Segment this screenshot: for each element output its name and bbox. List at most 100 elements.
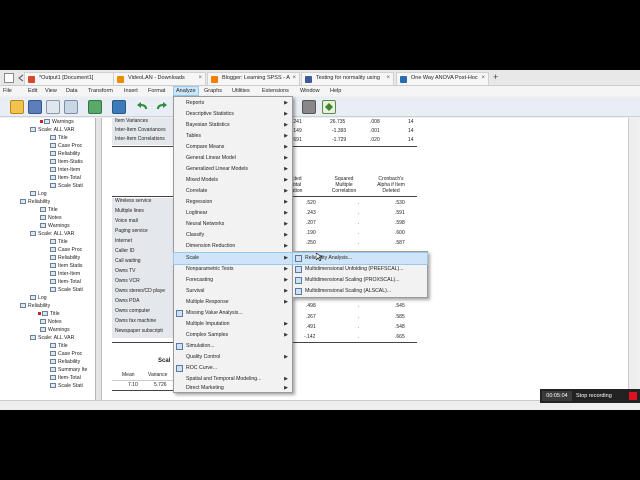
outline-node[interactable]: Notes xyxy=(40,214,62,222)
menu-item-genlin[interactable]: Generalized Linear Models ▶ xyxy=(174,164,292,175)
menu-item-missing-value[interactable]: Missing Value Analysis... xyxy=(174,308,292,319)
recall-dialog-icon[interactable] xyxy=(112,100,126,114)
close-icon[interactable]: × xyxy=(481,75,485,81)
outline-node[interactable]: Title xyxy=(50,134,68,142)
outline-node[interactable]: Item-Total xyxy=(50,174,81,182)
outline-node[interactable]: Log xyxy=(30,294,47,302)
tab-anova[interactable]: One Way ANOVA Post-Hoc × xyxy=(396,72,489,85)
menu-item-forecasting[interactable]: Forecasting ▶ xyxy=(174,275,292,286)
menu-item-tables[interactable]: Tables ▶ xyxy=(174,131,292,142)
menu-item-scale[interactable]: Scale ▶ xyxy=(173,252,293,265)
menu-item-reliability-analysis[interactable]: Reliability Analysis... xyxy=(292,252,428,265)
tab-output1[interactable]: *Output1 [Document1] × xyxy=(24,72,120,85)
menu-item-multiple-response[interactable]: Multiple Response ▶ xyxy=(174,297,292,308)
menu-item-compare-means[interactable]: Compare Means ▶ xyxy=(174,142,292,153)
menu-item-simulation[interactable]: Simulation... xyxy=(174,341,292,352)
menu-item-reports[interactable]: Reports ▶ xyxy=(174,98,292,109)
outline-node[interactable]: Reliability xyxy=(50,150,80,158)
save-icon[interactable] xyxy=(28,100,42,114)
menu-item-loglinear[interactable]: Loglinear ▶ xyxy=(174,208,292,219)
menu-item-roc[interactable]: ROC Curve... xyxy=(174,363,292,374)
menu-item-multiple-imputation[interactable]: Multiple Imputation ▶ xyxy=(174,319,292,330)
stop-recording-button[interactable]: Stop recording xyxy=(576,391,612,401)
outline-node[interactable]: Log xyxy=(30,190,47,198)
menu-item-quality-control[interactable]: Quality Control ▶ xyxy=(174,352,292,363)
outline-node[interactable]: Reliability xyxy=(50,254,80,262)
menu-utilities[interactable]: Utilities xyxy=(232,88,250,94)
tab-normality[interactable]: Testing for normality using × xyxy=(301,72,394,85)
outline-node[interactable]: Inter-Item xyxy=(50,270,80,278)
menu-item-classify[interactable]: Classify ▶ xyxy=(174,230,292,241)
menu-item-prefscal[interactable]: Multidimensional Unfolding (PREFSCAL)... xyxy=(293,264,427,275)
outline-node[interactable]: Scale Stati xyxy=(50,182,83,190)
stop-icon[interactable] xyxy=(629,392,637,400)
outline-node[interactable]: Title xyxy=(40,206,58,214)
menu-item-complex-samples[interactable]: Complex Samples ▶ xyxy=(174,330,292,341)
menu-file[interactable]: File xyxy=(3,88,12,94)
menu-item-alscal[interactable]: Multidimensional Scaling (ALSCAL)... xyxy=(293,286,427,297)
menu-item-regression[interactable]: Regression ▶ xyxy=(174,197,292,208)
close-icon[interactable]: × xyxy=(198,75,202,81)
menu-analyze[interactable]: Analyze xyxy=(173,86,199,96)
menu-item-direct-marketing[interactable]: Direct Marketing ▶ xyxy=(174,383,292,393)
outline-node[interactable]: Reliability xyxy=(20,198,50,206)
new-tab-icon[interactable]: + xyxy=(493,72,498,82)
outline-node[interactable]: Case Proc xyxy=(50,350,82,358)
menu-edit[interactable]: Edit xyxy=(28,88,37,94)
menu-item-glm[interactable]: General Linear Model ▶ xyxy=(174,153,292,164)
menu-window[interactable]: Window xyxy=(300,88,320,94)
redo-icon[interactable] xyxy=(154,100,168,114)
menu-item-neural[interactable]: Neural Networks ▶ xyxy=(174,219,292,230)
designate-window-icon[interactable] xyxy=(322,100,336,114)
menu-graphs[interactable]: Graphs xyxy=(204,88,222,94)
tab-blogger[interactable]: Blogger: Learning SPSS - A × xyxy=(207,72,300,85)
print-preview-icon[interactable] xyxy=(64,100,78,114)
menu-item-survival[interactable]: Survival ▶ xyxy=(174,286,292,297)
menu-item-descriptive[interactable]: Descriptive Statistics ▶ xyxy=(174,109,292,120)
menu-item-nonparametric[interactable]: Nonparametric Tests ▶ xyxy=(174,264,292,275)
menu-data[interactable]: Data xyxy=(66,88,78,94)
menu-item-mixed[interactable]: Mixed Models ▶ xyxy=(174,175,292,186)
outline-node[interactable]: Warnings xyxy=(40,222,70,230)
tab-videolan[interactable]: VideoLAN - Downloads × xyxy=(113,72,206,85)
outline-node[interactable]: Reliability xyxy=(20,302,50,310)
outline-node[interactable]: Scale: ALL VAR xyxy=(30,334,74,342)
print-icon[interactable] xyxy=(46,100,60,114)
outline-node[interactable]: Item-Total xyxy=(50,374,81,382)
outline-node[interactable]: Inter-Item xyxy=(50,166,80,174)
outline-node[interactable]: Title xyxy=(50,238,68,246)
open-icon[interactable] xyxy=(10,100,24,114)
outline-node[interactable]: Item-Total xyxy=(50,278,81,286)
outline-node[interactable]: Notes xyxy=(40,318,62,326)
vertical-scrollbar[interactable] xyxy=(628,118,638,400)
undo-icon[interactable] xyxy=(136,100,150,114)
menu-insert[interactable]: Insert xyxy=(124,88,138,94)
output-icon[interactable] xyxy=(302,100,316,114)
menu-item-dimension[interactable]: Dimension Reduction ▶ xyxy=(174,241,292,252)
menu-item-correlate[interactable]: Correlate ▶ xyxy=(174,186,292,197)
menu-help[interactable]: Help xyxy=(330,88,341,94)
outline-node[interactable]: Title xyxy=(38,310,60,318)
outline-node[interactable]: Scale Stati xyxy=(50,382,83,390)
outline-node[interactable]: Title xyxy=(50,342,68,350)
menu-extensions[interactable]: Extensions xyxy=(262,88,289,94)
outline-node[interactable]: Scale Stati xyxy=(50,286,83,294)
menu-format[interactable]: Format xyxy=(148,88,165,94)
menu-item-proxscal[interactable]: Multidimensional Scaling (PROXSCAL)... xyxy=(293,275,427,286)
outline-node[interactable]: Summary Ite xyxy=(50,366,87,374)
menu-view[interactable]: View xyxy=(45,88,57,94)
menu-item-bayesian[interactable]: Bayesian Statistics ▶ xyxy=(174,120,292,131)
outline-node[interactable]: Warnings xyxy=(40,326,70,334)
close-icon[interactable]: × xyxy=(386,75,390,81)
outline-node[interactable]: Scale: ALL VAR xyxy=(30,126,74,134)
outline-node[interactable]: Scale: ALL VAR xyxy=(30,230,74,238)
outline-node[interactable]: Case Proc xyxy=(50,246,82,254)
outline-node[interactable]: Reliability xyxy=(50,358,80,366)
export-icon[interactable] xyxy=(88,100,102,114)
outline-node[interactable]: Item Statis xyxy=(50,262,83,270)
outline-node[interactable]: Item-Statis xyxy=(50,158,83,166)
close-icon[interactable]: × xyxy=(292,75,296,81)
outline-node[interactable]: Warnings xyxy=(40,118,74,126)
menu-transform[interactable]: Transform xyxy=(88,88,113,94)
outline-node[interactable]: Case Proc xyxy=(50,142,82,150)
